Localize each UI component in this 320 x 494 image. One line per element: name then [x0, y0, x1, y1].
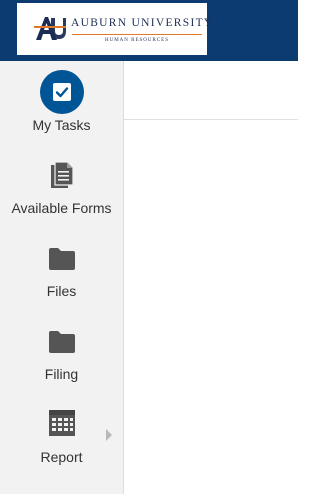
documents-icon [50, 161, 74, 188]
logo-divider [72, 34, 202, 35]
folder-icon [48, 248, 75, 270]
logo-university-name: AUBURN UNIVERSITY [71, 17, 214, 29]
sidebar-item-files[interactable]: Files [0, 244, 123, 324]
calendar-grid-icon [48, 410, 75, 436]
sidebar-item-report[interactable]: Report [0, 408, 123, 488]
sidebar-item-label: Files [46, 283, 77, 299]
app-window: AUBURN UNIVERSITY HUMAN RESOURCES My Tas… [0, 0, 298, 494]
main-top-bar [124, 61, 298, 120]
main-content-area [124, 120, 298, 494]
auburn-hr-logo[interactable]: AUBURN UNIVERSITY HUMAN RESOURCES [17, 3, 212, 55]
sidebar-item-label: Available Forms [11, 200, 112, 216]
sidebar-item-filing[interactable]: Filing [0, 327, 123, 407]
sidebar-item-available-forms[interactable]: Available Forms [0, 160, 123, 240]
sidebar-item-label: Report [40, 449, 83, 465]
sidebar-item-label: My Tasks [32, 117, 91, 133]
expand-arrow-icon[interactable] [106, 429, 112, 441]
header-bar: AUBURN UNIVERSITY HUMAN RESOURCES [0, 0, 298, 61]
sidebar-item-my-tasks[interactable]: My Tasks [0, 70, 123, 150]
checkbox-check-icon [39, 70, 84, 114]
au-monogram-icon [34, 17, 66, 40]
sidebar-nav: My Tasks Available Forms Files Filing Re… [0, 61, 124, 494]
sidebar-item-label: Filing [44, 366, 79, 382]
folder-icon [48, 331, 75, 353]
logo-department-name: HUMAN RESOURCES [104, 38, 170, 43]
